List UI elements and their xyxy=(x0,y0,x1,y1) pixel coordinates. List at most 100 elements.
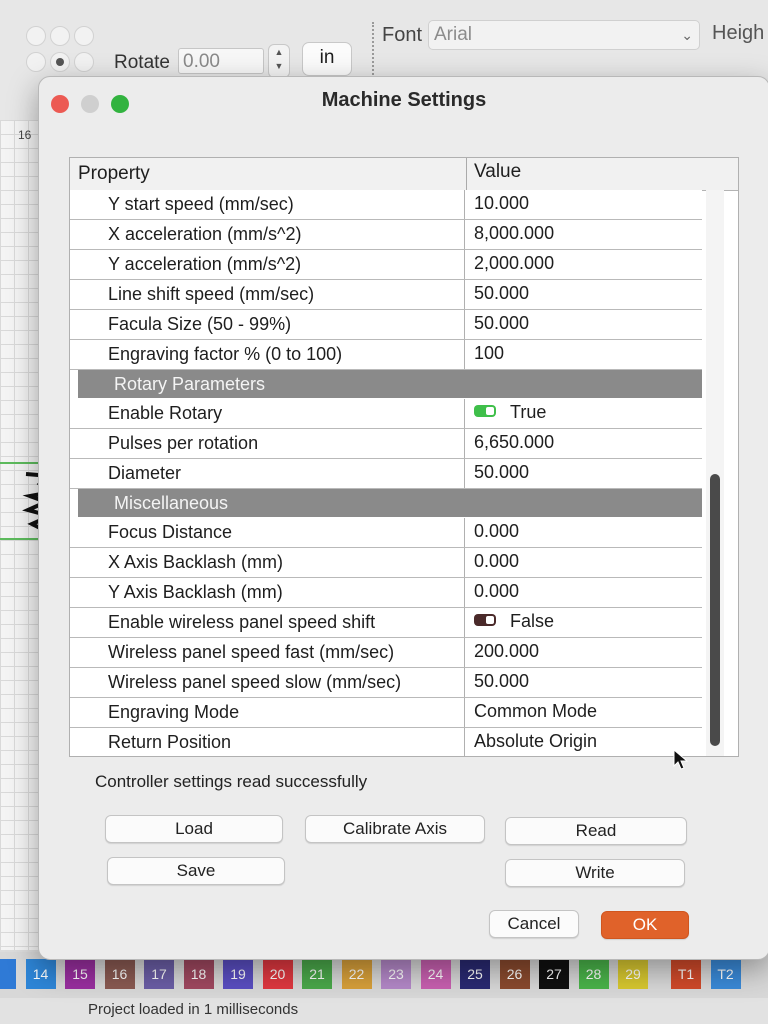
property-value-cell[interactable]: 6,650.000 xyxy=(474,432,554,453)
toggle-switch-icon[interactable] xyxy=(474,405,496,418)
property-name: Facula Size (50 - 99%) xyxy=(108,314,292,334)
dialog-titlebar: Machine Settings xyxy=(39,77,768,129)
layer-color-swatch[interactable]: 14 xyxy=(25,959,56,989)
layer-color-swatch[interactable]: T2 xyxy=(710,959,741,989)
property-value: 50.000 xyxy=(474,313,530,333)
read-button[interactable]: Read xyxy=(505,817,687,845)
layer-color-swatch[interactable]: 24 xyxy=(420,959,451,989)
property-row[interactable]: Engraving Mode Common Mode xyxy=(70,698,702,728)
property-value-cell[interactable]: 0.000 xyxy=(474,581,519,602)
calibrate-axis-button[interactable]: Calibrate Axis xyxy=(305,815,485,843)
property-row[interactable]: Engraving factor % (0 to 100) 100 xyxy=(70,340,702,370)
write-button[interactable]: Write xyxy=(505,859,685,887)
origin-dot[interactable] xyxy=(50,26,70,46)
property-value-cell[interactable]: 200.000 xyxy=(474,641,539,662)
column-divider[interactable] xyxy=(466,158,467,190)
layer-color-swatch[interactable]: 20 xyxy=(262,959,293,989)
property-value-cell[interactable]: 100 xyxy=(474,343,504,364)
column-header-property[interactable]: Property xyxy=(78,163,150,185)
chevron-down-icon[interactable]: ▼ xyxy=(269,59,289,73)
section-header[interactable]: Rotary Parameters xyxy=(78,370,702,398)
chevron-up-icon[interactable]: ▲ xyxy=(269,45,289,59)
origin-dot[interactable] xyxy=(74,26,94,46)
layer-color-swatch[interactable]: 28 xyxy=(578,959,609,989)
settings-property-grid[interactable]: Property Value Y start speed (mm/sec) 10.… xyxy=(69,157,739,757)
origin-dot-selected[interactable] xyxy=(50,52,70,72)
property-row[interactable]: Diameter 50.000 xyxy=(70,459,702,489)
property-row[interactable]: Wireless panel speed slow (mm/sec) 50.000 xyxy=(70,668,702,698)
property-value: 8,000.000 xyxy=(474,223,555,243)
save-button[interactable]: Save xyxy=(107,857,285,885)
scrollbar-thumb[interactable] xyxy=(710,474,720,746)
cancel-button[interactable]: Cancel xyxy=(489,910,579,938)
layer-color-swatch[interactable]: 22 xyxy=(341,959,372,989)
property-row[interactable]: Enable Rotary True xyxy=(70,399,702,429)
property-value-cell[interactable]: 10.000 xyxy=(474,193,529,214)
property-value-cell[interactable]: 50.000 xyxy=(474,671,529,692)
ok-button[interactable]: OK xyxy=(601,911,689,939)
toggle-switch-icon[interactable] xyxy=(474,614,496,627)
property-name: Y Axis Backlash (mm) xyxy=(108,582,283,602)
property-value-cell[interactable]: 0.000 xyxy=(474,521,519,542)
font-select[interactable]: Arial ⌄ xyxy=(428,20,700,50)
property-value: 0.000 xyxy=(474,521,520,541)
property-value-cell[interactable]: 8,000.000 xyxy=(474,223,554,244)
property-row[interactable]: Focus Distance 0.000 xyxy=(70,518,702,548)
unit-button[interactable]: in xyxy=(302,42,352,76)
layer-color-swatch[interactable]: 26 xyxy=(499,959,530,989)
property-value-cell[interactable]: False xyxy=(474,611,554,632)
grid-scrollbar[interactable] xyxy=(706,190,724,756)
layer-color-swatch[interactable]: 18 xyxy=(183,959,214,989)
layer-color-swatch[interactable]: 16 xyxy=(104,959,135,989)
origin-dot[interactable] xyxy=(26,52,46,72)
property-row[interactable]: X acceleration (mm/s^2) 8,000.000 xyxy=(70,220,702,250)
property-row[interactable]: X Axis Backlash (mm) 0.000 xyxy=(70,548,702,578)
layer-color-swatch[interactable]: 19 xyxy=(223,959,253,989)
property-value-cell[interactable]: 50.000 xyxy=(474,313,529,334)
property-value-cell[interactable]: 0.000 xyxy=(474,551,519,572)
property-name: Enable wireless panel speed shift xyxy=(108,612,376,632)
property-name: Focus Distance xyxy=(108,522,233,542)
rotate-input[interactable]: 0.00 xyxy=(178,48,264,74)
work-area-boundary xyxy=(0,462,40,464)
rotate-stepper[interactable]: ▲ ▼ xyxy=(268,44,290,78)
status-text: Project loaded in 1 milliseconds xyxy=(88,1001,299,1018)
layer-color-swatch[interactable]: 27 xyxy=(539,959,569,989)
property-row[interactable]: Wireless panel speed fast (mm/sec) 200.00… xyxy=(70,638,702,668)
origin-dot[interactable] xyxy=(74,52,94,72)
layer-color-swatch[interactable]: 21 xyxy=(302,959,332,989)
property-row[interactable]: Pulses per rotation 6,650.000 xyxy=(70,429,702,459)
property-value-cell[interactable]: 2,000.000 xyxy=(474,253,554,274)
origin-dot[interactable] xyxy=(26,26,46,46)
property-value-cell[interactable]: True xyxy=(474,402,546,423)
layer-color-swatch[interactable] xyxy=(0,959,16,989)
status-bar: Project loaded in 1 milliseconds xyxy=(0,998,768,1024)
layer-color-swatch[interactable]: 23 xyxy=(381,959,411,989)
property-value: True xyxy=(510,402,547,422)
cell-divider xyxy=(464,340,465,369)
property-value-cell[interactable]: Common Mode xyxy=(474,701,597,722)
property-row[interactable]: Enable wireless panel speed shift False xyxy=(70,608,702,638)
property-value-cell[interactable]: 50.000 xyxy=(474,462,529,483)
property-value-cell[interactable]: 50.000 xyxy=(474,283,529,304)
load-button[interactable]: Load xyxy=(105,815,283,843)
mouse-cursor-icon xyxy=(673,749,689,770)
layer-color-swatch[interactable]: 15 xyxy=(65,959,95,989)
property-name: Y acceleration (mm/s^2) xyxy=(108,254,302,274)
property-row[interactable]: Facula Size (50 - 99%) 50.000 xyxy=(70,310,702,340)
layer-color-swatch[interactable]: 17 xyxy=(144,959,174,989)
property-row[interactable]: Y Axis Backlash (mm) 0.000 xyxy=(70,578,702,608)
layer-color-swatch[interactable]: 29 xyxy=(618,959,648,989)
cell-divider xyxy=(464,638,465,667)
column-header-value[interactable]: Value xyxy=(474,161,521,183)
section-header[interactable]: Miscellaneous xyxy=(78,489,702,517)
property-value-cell[interactable]: Absolute Origin xyxy=(474,731,597,752)
cell-divider xyxy=(464,250,465,279)
layer-color-swatch[interactable]: 25 xyxy=(460,959,490,989)
property-row[interactable]: Line shift speed (mm/sec) 50.000 xyxy=(70,280,702,310)
cell-divider xyxy=(464,310,465,339)
property-row[interactable]: Y acceleration (mm/s^2) 2,000.000 xyxy=(70,250,702,280)
layer-color-swatch[interactable]: T1 xyxy=(671,959,701,989)
property-row[interactable]: Y start speed (mm/sec) 10.000 xyxy=(70,190,702,220)
property-row[interactable]: Return Position Absolute Origin xyxy=(70,728,702,756)
